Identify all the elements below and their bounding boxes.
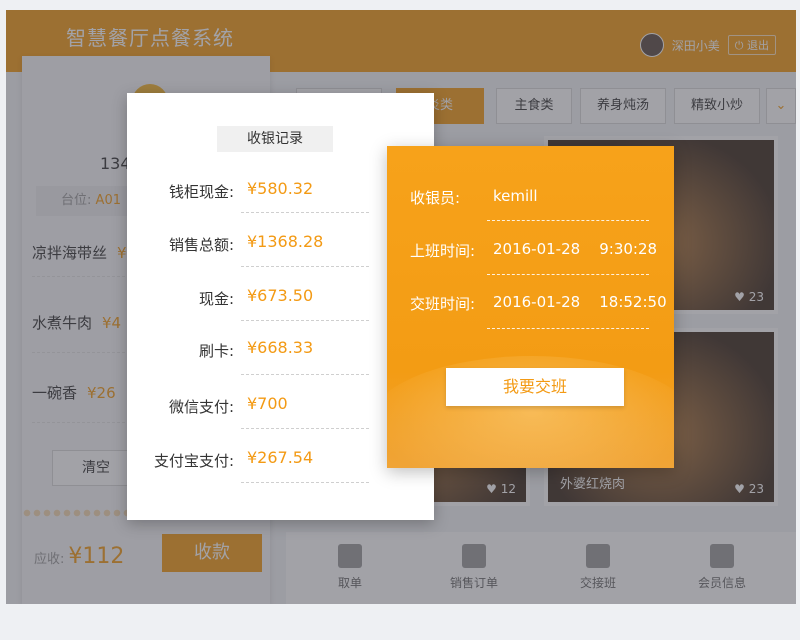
record-value: ¥700: [247, 394, 288, 413]
record-label: 刷卡:: [198, 342, 234, 360]
record-label: 微信支付:: [168, 398, 234, 416]
divider: [241, 374, 369, 375]
divider: [241, 266, 369, 267]
record-value: ¥673.50: [247, 286, 314, 305]
record-value: ¥580.32: [247, 179, 314, 198]
record-label: 支付宝支付:: [153, 452, 234, 470]
shift-label: 收银员:: [410, 189, 461, 207]
divider: [487, 328, 649, 329]
shift-value: 2016-01-28 18:52:50: [493, 293, 667, 311]
divider: [241, 320, 369, 321]
handover-button[interactable]: 我要交班: [446, 368, 624, 406]
divider: [241, 428, 369, 429]
record-title: 收银记录: [217, 126, 333, 152]
divider: [241, 212, 369, 213]
shift-value: kemill: [493, 187, 538, 205]
divider: [487, 220, 649, 221]
record-value: ¥1368.28: [247, 232, 324, 251]
shift-handover-card: 收银员: kemill 上班时间: 2016-01-28 9:30:28 交班时…: [387, 146, 674, 468]
record-label: 现金:: [198, 290, 234, 308]
record-label: 钱柜现金:: [168, 183, 234, 201]
record-value: ¥668.33: [247, 338, 314, 357]
shift-label: 交班时间:: [410, 295, 476, 313]
record-label: 销售总额:: [168, 236, 234, 254]
shift-value: 2016-01-28 9:30:28: [493, 240, 658, 258]
shift-label: 上班时间:: [410, 242, 476, 260]
record-value: ¥267.54: [247, 448, 314, 467]
divider: [241, 482, 369, 483]
divider: [487, 274, 649, 275]
